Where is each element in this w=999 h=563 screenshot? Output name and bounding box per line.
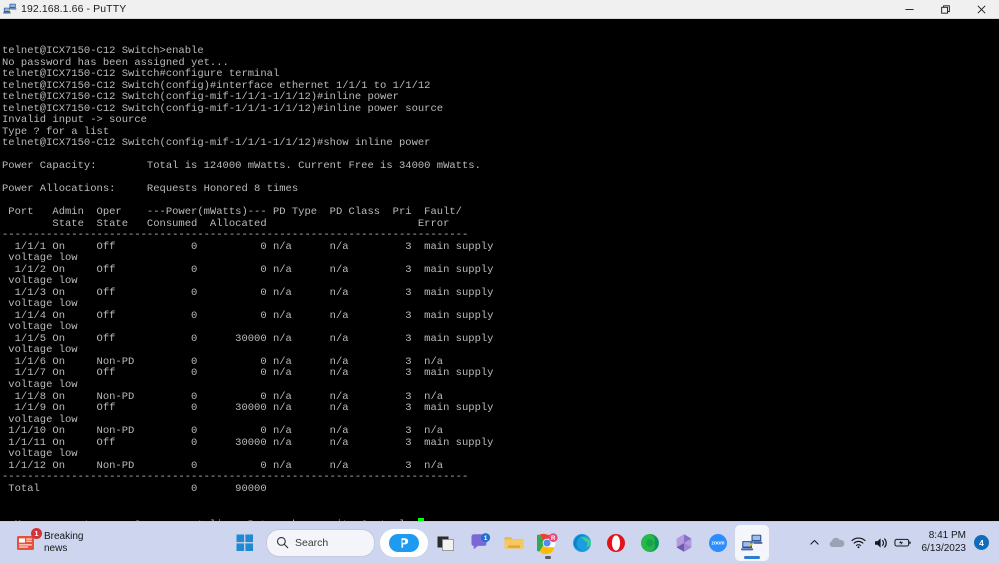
show-hidden-icons-button[interactable] bbox=[804, 528, 826, 558]
terminal-line: 1/1/4 On Off 0 0 n/a n/a 3 main supply bbox=[2, 311, 999, 323]
terminal-line: 1/1/9 On Off 0 30000 n/a n/a 3 main supp… bbox=[2, 403, 999, 415]
clock-date: 6/13/2023 bbox=[922, 543, 967, 556]
search-label: Search bbox=[295, 537, 328, 549]
terminal-line: telnet@ICX7150-C12 Switch(config-mif-1/1… bbox=[2, 92, 999, 104]
bing-icon bbox=[389, 533, 419, 553]
onedrive-tray-icon[interactable] bbox=[826, 528, 848, 558]
svg-text:zoom: zoom bbox=[711, 540, 725, 546]
terminal-line: 1/1/11 On Off 0 30000 n/a n/a 3 main sup… bbox=[2, 438, 999, 450]
svg-text:1: 1 bbox=[484, 535, 488, 542]
opera-icon bbox=[605, 532, 627, 554]
taskbar-item-file-explorer[interactable] bbox=[497, 525, 531, 561]
terminal-line: 1/1/7 On Off 0 0 n/a n/a 3 main supply bbox=[2, 368, 999, 380]
taskbar-item-microsoft-365[interactable] bbox=[667, 525, 701, 561]
taskbar-item-bing-chat[interactable] bbox=[380, 529, 428, 557]
terminal-line: 1/1/3 On Off 0 0 n/a n/a 3 main supply bbox=[2, 288, 999, 300]
terminal-line-container: telnet@ICX7150-C12 Switch>enableNo passw… bbox=[2, 46, 999, 495]
chrome-icon: R bbox=[537, 532, 559, 554]
edge-icon bbox=[571, 532, 593, 554]
news-badge: 1 bbox=[31, 528, 42, 539]
news-weather-widget[interactable]: 1 Breaking news bbox=[10, 525, 89, 561]
windows-logo-icon bbox=[236, 534, 254, 552]
chat-icon: 1 bbox=[469, 532, 491, 554]
taskbar-item-zoom[interactable]: zoom bbox=[701, 525, 735, 561]
terminal-line: voltage low bbox=[2, 380, 999, 392]
onedrive-icon bbox=[828, 536, 845, 549]
notification-badge[interactable]: 4 bbox=[974, 535, 989, 550]
clock-time: 8:41 PM bbox=[929, 530, 966, 543]
terminal-line: 1/1/5 On Off 0 30000 n/a n/a 3 main supp… bbox=[2, 334, 999, 346]
putty-computer-icon bbox=[3, 2, 17, 16]
zoom-icon: zoom bbox=[707, 532, 729, 554]
opera-gx-icon bbox=[639, 532, 661, 554]
news-title: Breaking bbox=[44, 531, 83, 543]
battery-tray-icon[interactable] bbox=[892, 528, 914, 558]
microsoft-365-icon bbox=[673, 532, 695, 554]
putty-icon bbox=[741, 532, 763, 554]
close-button[interactable] bbox=[963, 0, 999, 18]
folder-icon bbox=[503, 533, 525, 553]
search-input[interactable]: Search bbox=[266, 529, 375, 557]
wifi-tray-icon[interactable] bbox=[848, 528, 870, 558]
start-button[interactable] bbox=[228, 525, 262, 561]
restore-button[interactable] bbox=[927, 0, 963, 18]
volume-tray-icon[interactable] bbox=[870, 528, 892, 558]
battery-icon bbox=[894, 536, 912, 549]
taskbar-item-task-view[interactable] bbox=[429, 525, 463, 561]
terminal-line: Power Capacity: Total is 124000 mWatts. … bbox=[2, 161, 999, 173]
taskbar-item-opera-gx[interactable] bbox=[633, 525, 667, 561]
terminal-line: Invalid input -> source bbox=[2, 115, 999, 127]
putty-window: 192.168.1.66 - PuTTY telnet@ICX7150-C12 … bbox=[0, 0, 999, 521]
terminal-line: voltage low bbox=[2, 449, 999, 461]
terminal-line: telnet@ICX7150-C12 Switch(config-mif-1/1… bbox=[2, 104, 999, 116]
taskbar-item-putty[interactable] bbox=[735, 525, 769, 561]
taskbar-item-google-chrome[interactable]: R bbox=[531, 525, 565, 561]
svg-text:R: R bbox=[551, 536, 556, 542]
news-widget-text: Breaking news bbox=[44, 531, 83, 555]
active-indicator-putty bbox=[744, 556, 760, 559]
terminal-output[interactable]: telnet@ICX7150-C12 Switch>enableNo passw… bbox=[0, 19, 999, 521]
terminal-line: telnet@ICX7150-C12 Switch>enable bbox=[2, 46, 999, 58]
volume-icon bbox=[873, 536, 889, 550]
system-tray: 8:41 PM 6/13/2023 4 bbox=[804, 522, 999, 563]
taskbar-item-opera[interactable] bbox=[599, 525, 633, 561]
news-subtitle: news bbox=[44, 543, 83, 555]
news-icon: 1 bbox=[16, 533, 38, 553]
taskbar-item-chat[interactable]: 1 bbox=[463, 525, 497, 561]
running-indicator-chrome bbox=[545, 556, 551, 559]
windows-taskbar: 1 Breaking news Search bbox=[0, 521, 999, 563]
window-controls bbox=[891, 0, 999, 18]
terminal-line: Total 0 90000 bbox=[2, 484, 999, 496]
window-title-text: 192.168.1.66 - PuTTY bbox=[21, 3, 126, 15]
wifi-icon bbox=[851, 536, 866, 549]
terminal-line: telnet@ICX7150-C12 Switch(config-mif-1/1… bbox=[2, 138, 999, 150]
task-view-icon bbox=[436, 533, 456, 553]
clock-and-date[interactable]: 8:41 PM 6/13/2023 bbox=[914, 528, 973, 558]
window-title-bar[interactable]: 192.168.1.66 - PuTTY bbox=[0, 0, 999, 19]
terminal-line: 1/1/10 On Non-PD 0 0 n/a n/a 3 n/a bbox=[2, 426, 999, 438]
terminal-line: ----------------------------------------… bbox=[2, 472, 999, 484]
terminal-line: 1/1/2 On Off 0 0 n/a n/a 3 main supply bbox=[2, 265, 999, 277]
chevron-up-icon bbox=[809, 537, 820, 548]
taskbar-item-microsoft-edge[interactable] bbox=[565, 525, 599, 561]
terminal-line: 1/1/1 On Off 0 0 n/a n/a 3 main supply bbox=[2, 242, 999, 254]
minimize-button[interactable] bbox=[891, 0, 927, 18]
terminal-line: telnet@ICX7150-C12 Switch#configure term… bbox=[2, 69, 999, 81]
terminal-line: Power Allocations: Requests Honored 8 ti… bbox=[2, 184, 999, 196]
taskbar-center-cluster: Search 1 bbox=[228, 522, 769, 563]
search-icon bbox=[276, 536, 289, 549]
